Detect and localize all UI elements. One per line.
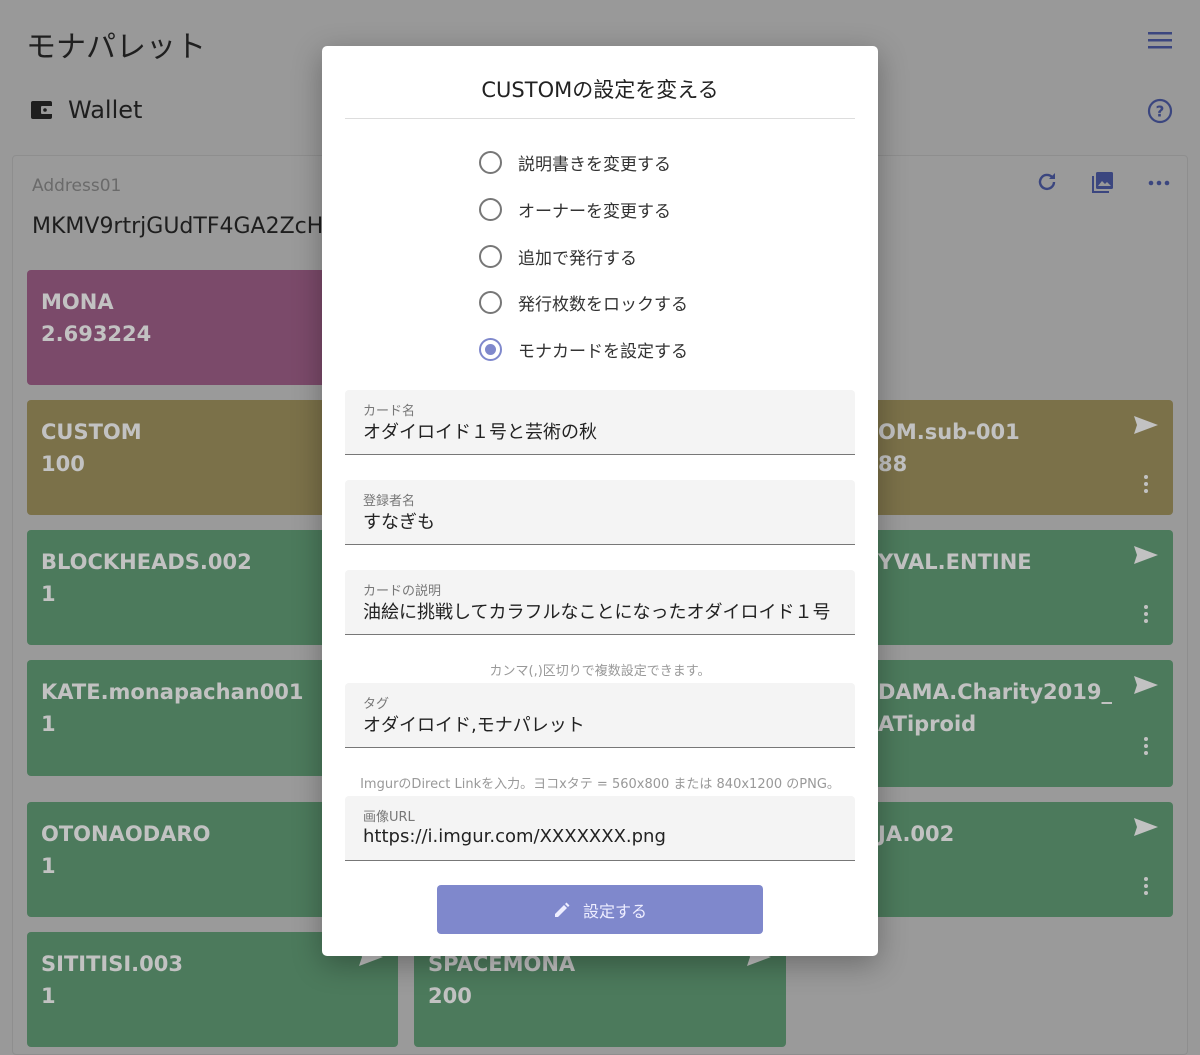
image-hint: ImgurのDirect Linkを入力。ヨコxタテ = 560x800 または… (360, 777, 840, 792)
radio-circle-selected[interactable] (479, 338, 502, 361)
radio-issue-more[interactable]: 追加で発行する (479, 244, 637, 269)
tags-input[interactable] (363, 713, 837, 734)
app-title: モナパレット (26, 30, 206, 65)
card-name-input[interactable] (363, 420, 837, 441)
radio-circle[interactable] (479, 291, 502, 314)
owner-input[interactable] (363, 510, 837, 531)
more-vertical-icon[interactable] (1143, 736, 1149, 756)
radio-lock-supply[interactable]: 発行枚数をロックする (479, 290, 688, 315)
address-label: Address01 (32, 176, 122, 196)
submit-button[interactable]: 設定する (437, 885, 763, 934)
menu-icon[interactable] (1148, 30, 1172, 50)
refresh-icon[interactable] (1035, 170, 1059, 194)
wallet-icon (31, 101, 54, 119)
more-vertical-icon[interactable] (1143, 474, 1149, 494)
radio-circle[interactable] (479, 151, 502, 174)
image-url-input[interactable] (363, 826, 837, 847)
settings-dialog: CUSTOMの設定を変える 説明書きを変更する オーナーを変更する 追加で発行す… (322, 46, 878, 956)
send-icon[interactable] (1133, 674, 1159, 696)
radio-circle[interactable] (479, 198, 502, 221)
svg-text:?: ? (1156, 103, 1165, 121)
image-icon[interactable] (1091, 170, 1115, 194)
send-icon[interactable] (1133, 414, 1159, 436)
radio-change-description[interactable]: 説明書きを変更する (479, 150, 671, 175)
image-url-field[interactable]: 画像URL (345, 796, 855, 861)
radio-set-monacard[interactable]: モナカードを設定する (479, 337, 688, 362)
radio-circle[interactable] (479, 245, 502, 268)
wallet-label: Wallet (68, 96, 143, 124)
wallet-heading: Wallet (30, 96, 142, 124)
more-horizontal-icon[interactable] (1147, 170, 1171, 194)
card-name-field[interactable]: カード名 (345, 390, 855, 455)
owner-field[interactable]: 登録者名 (345, 480, 855, 545)
description-field[interactable]: カードの説明 (345, 570, 855, 635)
dialog-title: CUSTOMの設定を変える (481, 78, 719, 102)
more-vertical-icon[interactable] (1143, 604, 1149, 624)
send-icon[interactable] (1133, 816, 1159, 838)
description-input[interactable] (363, 600, 837, 621)
address-value: MKMV9rtrjGUdTF4GA2ZcH (32, 214, 324, 239)
tags-field[interactable]: タグ (345, 683, 855, 748)
divider (345, 118, 855, 119)
radio-change-owner[interactable]: オーナーを変更する (479, 197, 671, 222)
pencil-icon (554, 902, 570, 917)
tags-hint: カンマ(,)区切りで複数設定できます。 (489, 664, 711, 679)
help-icon[interactable]: ? (1147, 98, 1173, 124)
more-vertical-icon[interactable] (1143, 876, 1149, 896)
send-icon[interactable] (1133, 544, 1159, 566)
